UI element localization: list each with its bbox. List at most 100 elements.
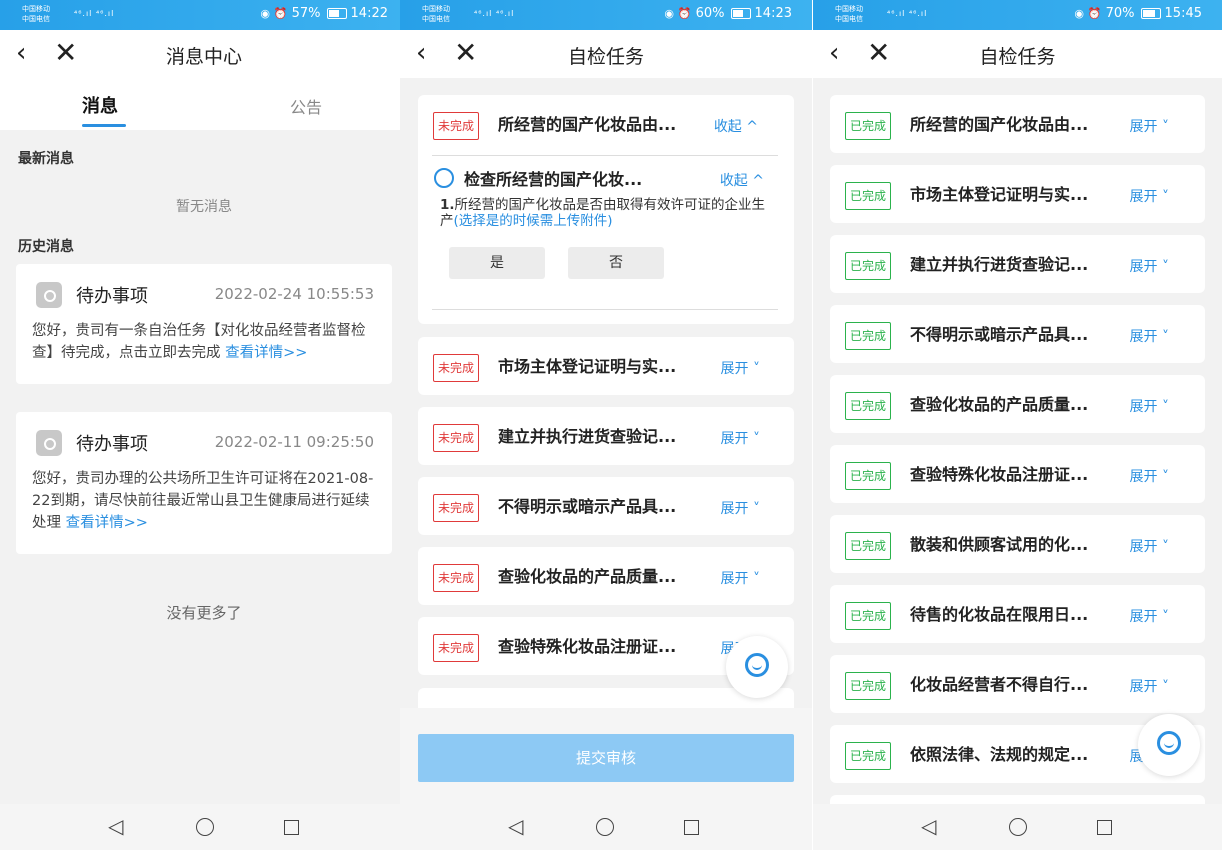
task-card[interactable]: 已完成 所经营的国产化妆品由... 展开 ˅ xyxy=(830,95,1205,153)
task-card[interactable]: 已完成 散装和供顾客试用的化... 展开 ˅ xyxy=(830,515,1205,573)
nav-recent-icon[interactable] xyxy=(1097,820,1112,835)
tab-announcements[interactable]: 公告 xyxy=(290,94,322,118)
eye-icon: ◉ xyxy=(664,7,674,20)
status-badge: 已完成 xyxy=(845,462,892,490)
history-messages-label: 历史消息 xyxy=(18,239,74,255)
status-badge: 已完成 xyxy=(845,672,892,700)
view-details-link[interactable]: 查看详情>> xyxy=(225,345,307,361)
task-title: 查验化妆品的产品质量... xyxy=(910,395,1089,414)
carrier-1: 中国移动 xyxy=(835,5,863,13)
expand-button[interactable]: 展开 ˅ xyxy=(1130,116,1169,136)
task-card[interactable]: 未完成 不得明示或暗示产品具... 展开 ˅ xyxy=(418,477,794,535)
task-card[interactable]: 未完成 建立并执行进货查验记... 展开 ˅ xyxy=(418,407,794,465)
customer-service-icon[interactable] xyxy=(726,636,788,698)
task-card[interactable]: 已完成 不得明示或暗示产品具... 展开 ˅ xyxy=(830,305,1205,363)
expand-button[interactable]: 展开 ˅ xyxy=(721,498,760,518)
task-title: 所经营的国产化妆品由... xyxy=(498,115,677,134)
eye-icon: ◉ xyxy=(1074,7,1084,20)
expand-button[interactable]: 展开 ˅ xyxy=(1130,466,1169,486)
clock: 15:45 xyxy=(1164,6,1202,21)
task-title: 查验特殊化妆品注册证... xyxy=(498,637,677,656)
task-card[interactable]: 未完成 查验化妆品的产品质量... 展开 ˅ xyxy=(418,547,794,605)
task-card[interactable]: 已完成 待售的化妆品在限用日... 展开 ˅ xyxy=(830,585,1205,643)
task-title: 建立并执行进货查验记... xyxy=(498,427,677,446)
battery-icon xyxy=(1140,8,1161,19)
expand-button[interactable]: 展开 ˅ xyxy=(1130,676,1169,696)
nav-recent-icon[interactable] xyxy=(684,820,699,835)
yes-button[interactable]: 是 xyxy=(449,247,545,279)
clock: 14:23 xyxy=(754,6,792,21)
attachment-hint: (选择是的时候需上传附件) xyxy=(453,213,613,229)
screenshot-collage: 中国移动 中国电信 ⁴⁶.ıl ⁴⁶.ıl ◉ ⏰ 57% 14:22 ‹ ✕ … xyxy=(0,0,1222,850)
eye-icon: ◉ xyxy=(260,7,270,20)
expand-button[interactable]: 展开 ˅ xyxy=(1130,606,1169,626)
nav-home-icon[interactable] xyxy=(596,818,614,836)
status-right: ◉ ⏰ 70% 15:45 xyxy=(1074,6,1202,21)
tab-bar: 消息 公告 xyxy=(0,78,408,130)
task-card[interactable]: 已完成 查验特殊化妆品注册证... 展开 ˅ xyxy=(830,445,1205,503)
status-badge: 未完成 xyxy=(433,424,480,452)
status-badge: 未完成 xyxy=(433,112,480,140)
view-details-link[interactable]: 查看详情>> xyxy=(66,515,148,531)
expand-button[interactable]: 展开 ˅ xyxy=(1130,326,1169,346)
radio-button[interactable] xyxy=(434,168,454,188)
expand-button[interactable]: 展开 ˅ xyxy=(1130,396,1169,416)
alarm-icon: ⏰ xyxy=(273,7,288,20)
tab-indicator xyxy=(82,124,126,127)
nav-back-icon[interactable]: ◁ xyxy=(921,816,936,836)
nav-bar: ‹ ✕ 自检任务 xyxy=(813,30,1222,78)
message-title: 待办事项 xyxy=(76,434,148,455)
expand-button[interactable]: 展开 ˅ xyxy=(1130,536,1169,556)
alarm-clock-icon xyxy=(36,430,62,456)
customer-service-icon[interactable] xyxy=(1138,714,1200,776)
system-nav-bar: ◁ xyxy=(400,804,812,850)
carrier-1: 中国移动 xyxy=(22,5,50,13)
collapse-subitem-button[interactable]: 收起 ^ xyxy=(720,170,764,190)
status-badge: 已完成 xyxy=(845,252,892,280)
task-card[interactable]: 已完成 市场主体登记证明与实... 展开 ˅ xyxy=(830,165,1205,223)
expand-button[interactable]: 展开 ˅ xyxy=(721,358,760,378)
expand-button[interactable]: 展开 ˅ xyxy=(1130,186,1169,206)
nav-back-icon[interactable]: ◁ xyxy=(508,816,523,836)
tab-messages[interactable]: 消息 xyxy=(82,92,118,118)
submit-review-button[interactable]: 提交审核 xyxy=(418,734,794,782)
message-card[interactable]: 待办事项 2022-02-11 09:25:50 您好，贵司办理的公共场所卫生许… xyxy=(16,412,392,554)
expand-button[interactable]: 展开 ˅ xyxy=(721,428,760,448)
signal-icon: ⁴⁶.ıl ⁴⁶.ıl xyxy=(474,9,515,18)
divider xyxy=(432,309,778,310)
message-body: 您好，贵司有一条自治任务【对化妆品经营者监督检查】待完成，点击立即去完成 查看详… xyxy=(32,320,376,364)
task-title: 散装和供顾客试用的化... xyxy=(910,535,1089,554)
no-button[interactable]: 否 xyxy=(568,247,664,279)
no-more-text: 没有更多了 xyxy=(166,604,242,622)
message-card[interactable]: 待办事项 2022-02-24 10:55:53 您好，贵司有一条自治任务【对化… xyxy=(16,264,392,384)
collapse-button[interactable]: 收起 ^ xyxy=(714,116,758,136)
alarm-clock-icon xyxy=(36,282,62,308)
expand-button[interactable]: 展开 ˅ xyxy=(1130,256,1169,276)
submit-area: 提交审核 xyxy=(400,708,812,804)
nav-recent-icon[interactable] xyxy=(284,820,299,835)
question-number: 1. xyxy=(440,197,455,213)
message-title: 待办事项 xyxy=(76,286,148,307)
status-bar: 中国移动 中国电信 ⁴⁶.ıl ⁴⁶.ıl ◉ ⏰ 57% 14:22 xyxy=(0,0,408,30)
page-title: 消息中心 xyxy=(165,46,242,68)
status-badge: 已完成 xyxy=(845,532,892,560)
nav-home-icon[interactable] xyxy=(1009,818,1027,836)
battery-icon xyxy=(326,8,347,19)
message-body: 您好，贵司办理的公共场所卫生许可证将在2021-08-22到期，请尽快前往最近常… xyxy=(32,468,376,534)
task-card[interactable]: 已完成 建立并执行进货查验记... 展开 ˅ xyxy=(830,235,1205,293)
task-title: 所经营的国产化妆品由... xyxy=(910,115,1089,134)
task-card[interactable]: 未完成 市场主体登记证明与实... 展开 ˅ xyxy=(418,337,794,395)
headset-icon xyxy=(1157,731,1181,755)
nav-home-icon[interactable] xyxy=(196,818,214,836)
task-title: 化妆品经营者不得自行... xyxy=(910,675,1089,694)
task-card[interactable]: 已完成 查验化妆品的产品质量... 展开 ˅ xyxy=(830,375,1205,433)
task-card[interactable]: 已完成 化妆品经营者不得自行... 展开 ˅ xyxy=(830,655,1205,713)
system-nav-bar: ◁ xyxy=(0,804,408,850)
clock: 14:22 xyxy=(350,6,388,21)
task-title: 待售的化妆品在限用日... xyxy=(910,605,1089,624)
expand-button[interactable]: 展开 ˅ xyxy=(721,568,760,588)
carrier-info: 中国移动 中国电信 xyxy=(835,4,863,24)
status-badge: 已完成 xyxy=(845,112,892,140)
status-badge: 已完成 xyxy=(845,182,892,210)
nav-back-icon[interactable]: ◁ xyxy=(108,816,123,836)
